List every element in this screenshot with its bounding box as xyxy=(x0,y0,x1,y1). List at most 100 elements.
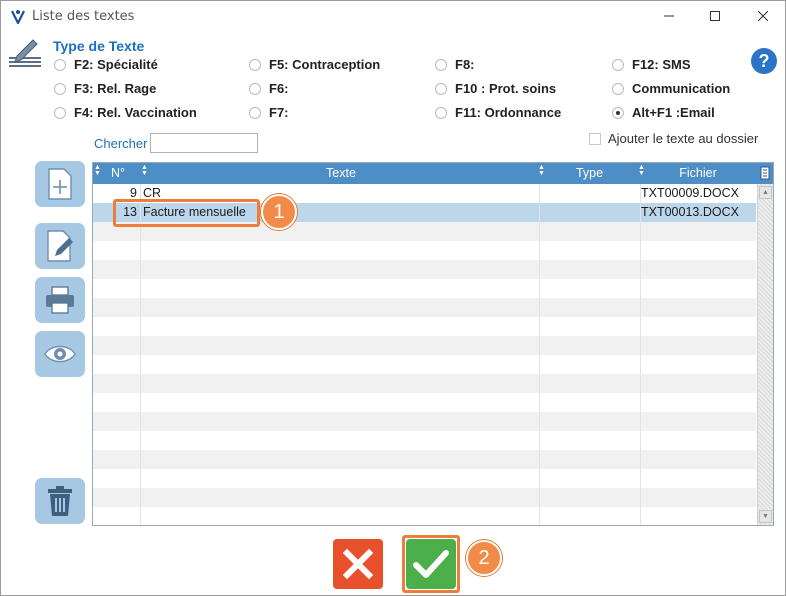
radio-dot xyxy=(612,58,624,71)
radio-label: F12: SMS xyxy=(632,57,691,72)
column-header-num[interactable]: N° xyxy=(93,163,143,184)
radio-alt-f1-email[interactable]: Alt+F1 :Email xyxy=(612,105,715,120)
radio-communication[interactable]: Communication xyxy=(612,81,730,96)
radio-label: F7: xyxy=(269,105,289,120)
radio-f8[interactable]: F8: xyxy=(435,57,475,72)
print-button[interactable] xyxy=(35,277,85,323)
column-separator xyxy=(539,184,540,525)
radio-label: F10 : Prot. soins xyxy=(455,81,557,96)
help-button[interactable]: ? xyxy=(751,48,777,74)
add-to-folder-label: Ajouter le texte au dossier xyxy=(608,131,759,146)
new-text-button[interactable] xyxy=(35,161,85,207)
empty-row xyxy=(93,355,756,374)
maximize-button[interactable] xyxy=(693,1,737,31)
edit-document-icon xyxy=(47,230,73,262)
empty-row xyxy=(93,507,756,525)
empty-row xyxy=(93,450,756,469)
title-bar: Liste des textes xyxy=(1,1,785,31)
empty-row xyxy=(93,431,756,450)
column-chooser-icon[interactable] xyxy=(760,166,770,180)
maximize-icon xyxy=(710,11,720,21)
empty-row xyxy=(93,393,756,412)
step-badge-2: 2 xyxy=(466,540,502,576)
text-type-title: Type de Texte xyxy=(53,38,145,54)
radio-f6[interactable]: F6: xyxy=(249,81,289,96)
confirm-button[interactable] xyxy=(406,539,456,589)
minimize-button[interactable] xyxy=(647,1,691,31)
radio-dot xyxy=(249,82,261,95)
radio-label: F8: xyxy=(455,57,475,72)
radio-label: F3: Rel. Rage xyxy=(74,81,157,96)
empty-row xyxy=(93,241,756,260)
text-type-icon xyxy=(9,39,41,67)
cell-fichier: TXT00013.DOCX xyxy=(641,205,739,219)
vertical-scrollbar[interactable]: ▲ ▼ xyxy=(757,184,773,525)
checkbox-box xyxy=(589,132,601,145)
column-separator xyxy=(640,184,641,525)
radio-dot xyxy=(435,106,447,119)
scroll-down-icon[interactable]: ▼ xyxy=(759,510,772,523)
minimize-icon xyxy=(664,15,674,17)
radio-label: F2: Spécialité xyxy=(74,57,158,72)
radio-dot xyxy=(249,58,261,71)
empty-row xyxy=(93,412,756,431)
radio-dot-checked xyxy=(612,106,624,119)
edit-text-button[interactable] xyxy=(35,223,85,269)
add-to-folder-checkbox[interactable]: Ajouter le texte au dossier xyxy=(589,131,758,146)
new-document-icon xyxy=(48,168,72,200)
radio-f3-rel-rage[interactable]: F3: Rel. Rage xyxy=(54,81,156,96)
empty-row xyxy=(93,469,756,488)
empty-row xyxy=(93,260,756,279)
radio-dot xyxy=(612,82,624,95)
radio-dot xyxy=(54,82,66,95)
trash-icon xyxy=(48,486,72,516)
search-input[interactable] xyxy=(150,133,258,153)
radio-dot xyxy=(249,106,261,119)
column-header-type[interactable]: Type xyxy=(539,163,640,184)
radio-label: F6: xyxy=(269,81,289,96)
preview-button[interactable] xyxy=(35,331,85,377)
empty-row xyxy=(93,336,756,355)
printer-icon xyxy=(46,286,74,314)
radio-dot xyxy=(54,58,66,71)
column-header-fichier[interactable]: Fichier xyxy=(640,163,756,184)
radio-dot xyxy=(435,58,447,71)
radio-f10-prot-soins[interactable]: F10 : Prot. soins xyxy=(435,81,556,96)
search-label: Chercher xyxy=(94,136,148,151)
empty-row xyxy=(93,279,756,298)
radio-label: F4: Rel. Vaccination xyxy=(74,105,197,120)
cancel-x-icon xyxy=(342,548,374,580)
empty-row xyxy=(93,298,756,317)
radio-f5-contraception[interactable]: F5: Contraception xyxy=(249,57,380,72)
cancel-button[interactable] xyxy=(333,539,383,589)
empty-row xyxy=(93,317,756,336)
text-list-window: Liste des textes Type de Texte ? F2: Spé… xyxy=(0,0,786,596)
column-separator xyxy=(140,184,141,525)
step-badge-1: 1 xyxy=(261,194,297,230)
radio-label: F5: Contraception xyxy=(269,57,381,72)
radio-f11-ordonnance[interactable]: F11: Ordonnance xyxy=(435,105,561,120)
radio-f12-sms[interactable]: F12: SMS xyxy=(612,57,691,72)
window-title: Liste des textes xyxy=(32,9,135,24)
eye-icon xyxy=(44,345,76,363)
radio-f4-rel-vaccination[interactable]: F4: Rel. Vaccination xyxy=(54,105,197,120)
radio-f2-specialite[interactable]: F2: Spécialité xyxy=(54,57,158,72)
empty-row xyxy=(93,374,756,393)
highlight-selected-row xyxy=(113,199,260,227)
radio-label: Alt+F1 :Email xyxy=(632,105,715,120)
radio-label: F11: Ordonnance xyxy=(455,105,562,120)
table-header: ▲ ▼ N° ▲ ▼ Texte ▲ ▼ Type ▲ ▼ Fichier xyxy=(93,163,773,184)
radio-f7[interactable]: F7: xyxy=(249,105,289,120)
check-icon xyxy=(413,550,449,578)
caduceus-icon xyxy=(11,10,25,24)
delete-button[interactable] xyxy=(35,478,85,524)
cell-fichier: TXT00009.DOCX xyxy=(641,186,739,200)
scroll-up-icon[interactable]: ▲ xyxy=(759,186,772,199)
close-button[interactable] xyxy=(741,1,785,31)
close-icon xyxy=(758,11,768,21)
radio-dot xyxy=(54,106,66,119)
radio-dot xyxy=(435,82,447,95)
column-header-texte[interactable]: Texte xyxy=(143,163,539,184)
empty-row xyxy=(93,488,756,507)
radio-label: Communication xyxy=(632,81,731,96)
